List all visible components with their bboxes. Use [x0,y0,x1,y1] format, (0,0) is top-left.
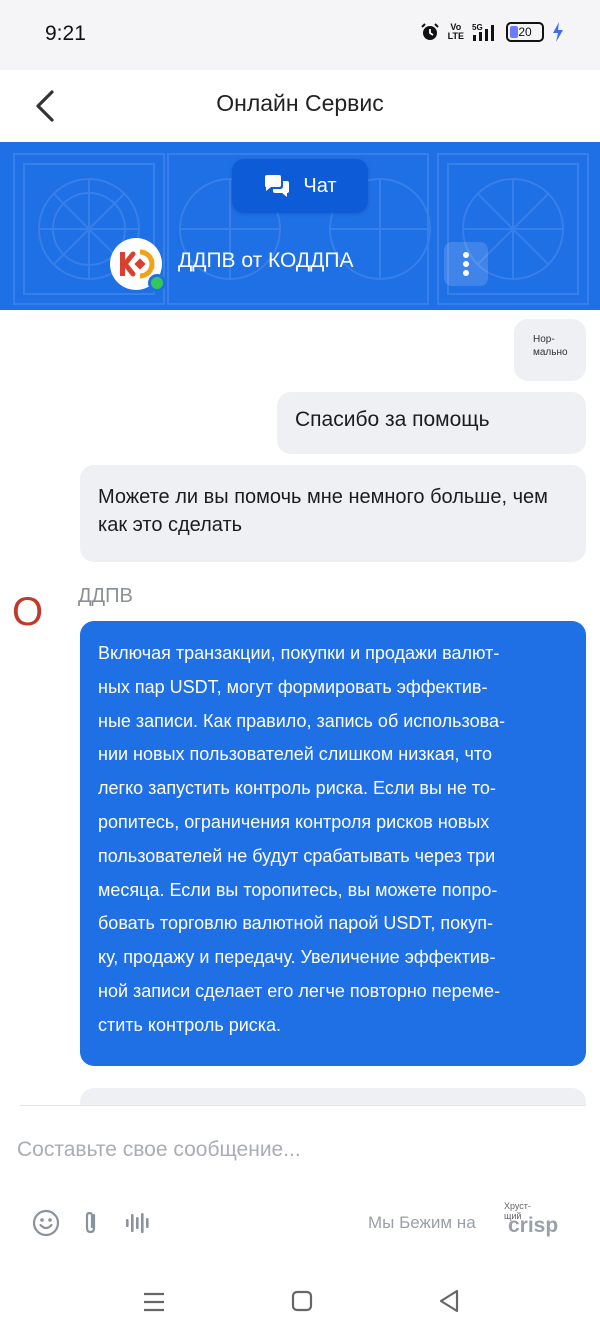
composer-divider [20,1105,586,1106]
crisp-logo[interactable]: crisp [500,1207,566,1239]
message-composer: Составьте свое сообщение... Мы Бежим на … [0,1105,600,1270]
more-options-button[interactable] [444,242,488,286]
reply-line: ной записи сделает его легче повторно пе… [98,980,500,1001]
powered-by-label: Мы Бежим на [368,1213,476,1232]
status-icons: Vo LTE 5G 20 [420,22,564,42]
battery-indicator: 20 [506,22,544,42]
attachment-icon[interactable] [78,1209,106,1237]
page-title: Онлайн Сервис [216,90,384,116]
message-user-short: Нор- мально [514,319,586,381]
svg-text:crisp: crisp [508,1214,558,1237]
message-operator-reply: Включая транзакции, покупки и продажи ва… [80,621,586,1066]
nav-back-icon[interactable] [437,1288,461,1314]
voice-message-icon[interactable] [124,1209,152,1237]
operator-name: ДДПВ [78,585,133,607]
message-list[interactable]: Нор- мально Спасибо за помощь Можете ли … [0,310,600,1105]
message-user-thanks: Спасибо за помощь [277,392,586,454]
chat-banner: Чат ДДПВ от КОДДПА [0,142,600,310]
network-label: 5G [472,23,483,32]
app-header: Онлайн Сервис [0,70,600,142]
alarm-icon [420,23,439,40]
battery-level: 20 [518,25,532,39]
reply-line: нии новых пользователей слишком низкая, … [98,744,492,765]
status-bar: 9:21 Vo LTE 5G 20 [0,0,600,70]
reply-line: ные записи. Как правило, запись об испол… [98,710,505,731]
chat-bubbles-icon [265,175,290,197]
reply-line: стить контроль риска. [98,1014,282,1035]
reply-line: легко запустить контроль риска. Если вы … [98,778,496,799]
volte-indicator: Vo LTE [447,22,464,41]
charging-bolt-icon [553,22,563,42]
reply-line: ных пар USDT, могут формировать эффектив… [98,676,488,697]
reply-line: ку, продажу и передачу. Увеличение эффек… [98,947,496,968]
composer-tools [32,1209,152,1237]
signal-icon: 5G [472,23,494,41]
crisp-logo-icon: crisp [508,1214,558,1237]
message-next-partial [80,1088,586,1105]
online-status-dot [148,274,166,292]
agent-name: ДДПВ от КОДДПА [178,249,354,272]
system-nav-bar [0,1270,600,1337]
reply-line: пользователей не будут срабатывать через… [98,845,496,866]
agent-avatar [110,238,166,292]
more-vertical-icon [463,252,469,276]
tab-chat[interactable]: Чат [232,159,368,213]
emoji-icon[interactable] [32,1209,60,1237]
operator-avatar: O [12,590,44,634]
reply-line: Включая транзакции, покупки и продажи ва… [98,643,500,663]
recent-apps-icon[interactable] [143,1290,165,1314]
reply-line: бовать торговлю валютной парой USDT, пок… [98,913,493,934]
tab-chat-label: Чат [303,174,337,197]
status-time: 9:21 [45,22,86,45]
reply-line: месяца. Если вы торопитесь, вы можете по… [98,879,498,900]
home-icon[interactable] [291,1290,313,1312]
reply-line: ропитесь, ограничения контроля рисков но… [98,811,490,832]
message-input[interactable]: Составьте свое сообщение... [17,1138,301,1162]
message-user-question: Можете ли вы помочь мне немного больше, … [80,465,586,562]
